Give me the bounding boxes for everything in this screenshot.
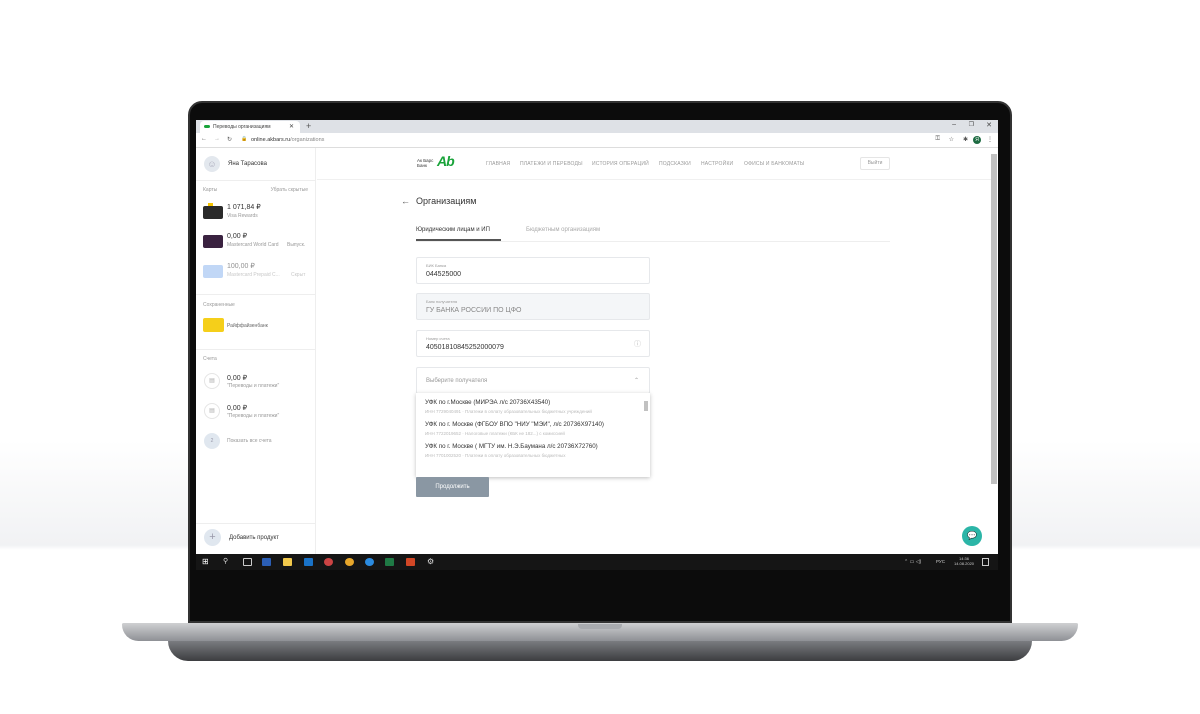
nav-offices[interactable]: ОФИСЫ И БАНКОМАТЫ [744, 161, 805, 167]
browser-tab[interactable]: Переводы организациям ✕ [200, 121, 300, 133]
nav-home[interactable]: ГЛАВНАЯ [486, 161, 510, 167]
logout-button[interactable]: Выйти [860, 157, 890, 170]
dropdown-scrollbar[interactable] [644, 401, 648, 411]
task-view-icon[interactable] [243, 558, 252, 566]
card-icon [203, 265, 223, 278]
add-product-button[interactable]: + Добавить продукт [204, 529, 314, 549]
outlook-icon[interactable] [304, 558, 313, 566]
favicon-icon [204, 125, 210, 128]
settings-icon[interactable]: ⚙ [427, 557, 434, 566]
page-title: Организациям [416, 196, 477, 206]
plus-icon: + [204, 529, 221, 546]
clock[interactable]: 14:36 14.08.2020 [954, 556, 974, 566]
page-scrollbar[interactable] [991, 154, 997, 484]
language-indicator[interactable]: РУС [936, 559, 945, 564]
card-icon [203, 318, 224, 332]
tab-legal-entities[interactable]: Юридическим лицам и ИП [416, 227, 490, 233]
minimize-icon[interactable]: – [952, 121, 956, 128]
tab-budget-orgs[interactable]: Бюджетным организациям [526, 227, 600, 233]
site-header: Ак Барс Банк Ab ГЛАВНАЯ ПЛАТЕЖИ И ПЕРЕВОД… [317, 148, 991, 180]
dropdown-option[interactable]: УФК по г. Москве ( МГТУ им. Н.Э.Баумана … [416, 437, 650, 459]
card-item[interactable]: 0,00 ₽ Mastercard World Card Выпуск. [203, 232, 313, 254]
bank-name-field: Банк получателя ГУ БАНКА РОССИИ ПО ЦФО [416, 293, 650, 320]
bik-field[interactable]: БИК Банка 044525000 [416, 257, 650, 284]
dropdown-option[interactable]: УФК по г. Москве (ФГБОУ ВПО "НИУ "МЭИ", … [416, 415, 650, 437]
windows-start-icon[interactable]: ⊞ [202, 557, 209, 566]
back-icon[interactable]: ← [201, 136, 207, 142]
accounts-count-badge: 2 [204, 433, 220, 449]
word-icon[interactable] [262, 558, 271, 566]
tab-title: Переводы организациям [213, 124, 271, 130]
card-item[interactable]: 1 071,84 ₽ Visa Rewards [203, 201, 313, 223]
forward-icon[interactable]: → [214, 136, 220, 142]
logo[interactable]: Ак Барс Банк [417, 158, 433, 168]
account-number-field[interactable]: Номер счета 40501810845252000079 ⓘ [416, 330, 650, 357]
account-item[interactable]: ▤ 0,00 ₽ "Переводы и платежи" [204, 373, 314, 393]
card-icon [203, 235, 223, 248]
user-avatar-icon[interactable]: ☺ [204, 156, 220, 172]
search-icon[interactable]: ⚲ [223, 557, 228, 565]
star-icon[interactable]: ☆ [949, 136, 954, 143]
chrome-icon[interactable] [345, 558, 354, 566]
reload-icon[interactable]: ↻ [227, 136, 232, 143]
continue-button[interactable]: Продолжить [416, 477, 489, 497]
browser-tab-bar: Переводы организациям ✕ + – ❐ ✕ [196, 120, 998, 133]
dropdown-option[interactable]: УФК по г.Москве (МИРЭА л/с 20736X43540) И… [416, 393, 650, 415]
address-bar: ← → ↻ 🔒 online.akbars.ru/organizations ⚿… [196, 133, 998, 148]
info-icon[interactable]: ⓘ [634, 339, 641, 349]
menu-icon[interactable]: ⋮ [987, 136, 993, 143]
hide-hidden-link[interactable]: Убрать скрытые [271, 187, 308, 193]
document-icon: ▤ [204, 403, 220, 419]
recipient-dropdown: УФК по г.Москве (МИРЭА л/с 20736X43540) И… [416, 393, 650, 477]
telegram-icon[interactable] [365, 558, 374, 566]
notifications-icon[interactable] [982, 558, 989, 566]
cards-section-label: Карты [203, 187, 218, 193]
sidebar: ☺ Яна Тарасова Карты Убрать скрытые 1 07… [196, 148, 316, 554]
card-item[interactable]: 100,00 ₽ Mastercard Prepaid C... Скрыт [203, 262, 313, 284]
crown-icon [208, 203, 213, 206]
lock-icon: 🔒 [241, 136, 248, 142]
nav-history[interactable]: ИСТОРИЯ ОПЕРАЦИЙ [592, 161, 649, 167]
close-window-icon[interactable]: ✕ [986, 121, 992, 129]
back-arrow-icon[interactable]: ← [401, 196, 410, 206]
account-item[interactable]: ▤ 0,00 ₽ "Переводы и платежи" [204, 403, 314, 423]
accounts-section-label: Счета [203, 356, 217, 362]
nav-settings[interactable]: НАСТРОЙКИ [701, 161, 733, 167]
profile-avatar[interactable]: Я [973, 136, 981, 144]
card-icon [203, 206, 223, 219]
maximize-icon[interactable]: ❐ [969, 121, 974, 128]
laptop-base-bottom [168, 641, 1032, 661]
new-tab-icon[interactable]: + [306, 121, 311, 131]
saved-card-item[interactable]: Райффайзенбанк [203, 318, 313, 334]
chevron-up-icon: ⌃ [633, 378, 639, 384]
explorer-icon[interactable] [283, 558, 292, 566]
close-tab-icon[interactable]: ✕ [289, 123, 294, 130]
paint-icon[interactable] [324, 558, 333, 566]
nav-tips[interactable]: ПОДСКАЗКИ [659, 161, 691, 167]
system-tray-icons[interactable]: ⌃ ▭ ◁) [904, 559, 921, 565]
logo-mark: Ab [437, 153, 455, 169]
url-field[interactable]: online.akbars.ru/organizations [251, 137, 324, 143]
user-name[interactable]: Яна Тарасова [228, 161, 267, 167]
extensions-icon[interactable]: ✱ [963, 136, 968, 143]
saved-section-label: Сохраненные [203, 302, 235, 308]
powerpoint-icon[interactable] [406, 558, 415, 566]
laptop-notch [578, 624, 622, 629]
chat-button[interactable]: 💬 [962, 526, 982, 546]
show-all-accounts[interactable]: 2 Показать все счета [204, 433, 314, 451]
excel-icon[interactable] [385, 558, 394, 566]
screen: Переводы организациям ✕ + – ❐ ✕ ← → ↻ 🔒 … [196, 120, 998, 570]
key-icon[interactable]: ⚿ [935, 136, 940, 143]
document-icon: ▤ [204, 373, 220, 389]
nav-payments[interactable]: ПЛАТЕЖИ И ПЕРЕВОДЫ [520, 161, 583, 167]
taskbar: ⊞ ⚲ ⚙ ⌃ ▭ ◁) РУС 14:36 14.08.2020 [196, 554, 998, 570]
recipient-select[interactable]: Выберите получателя ⌃ [416, 367, 650, 394]
